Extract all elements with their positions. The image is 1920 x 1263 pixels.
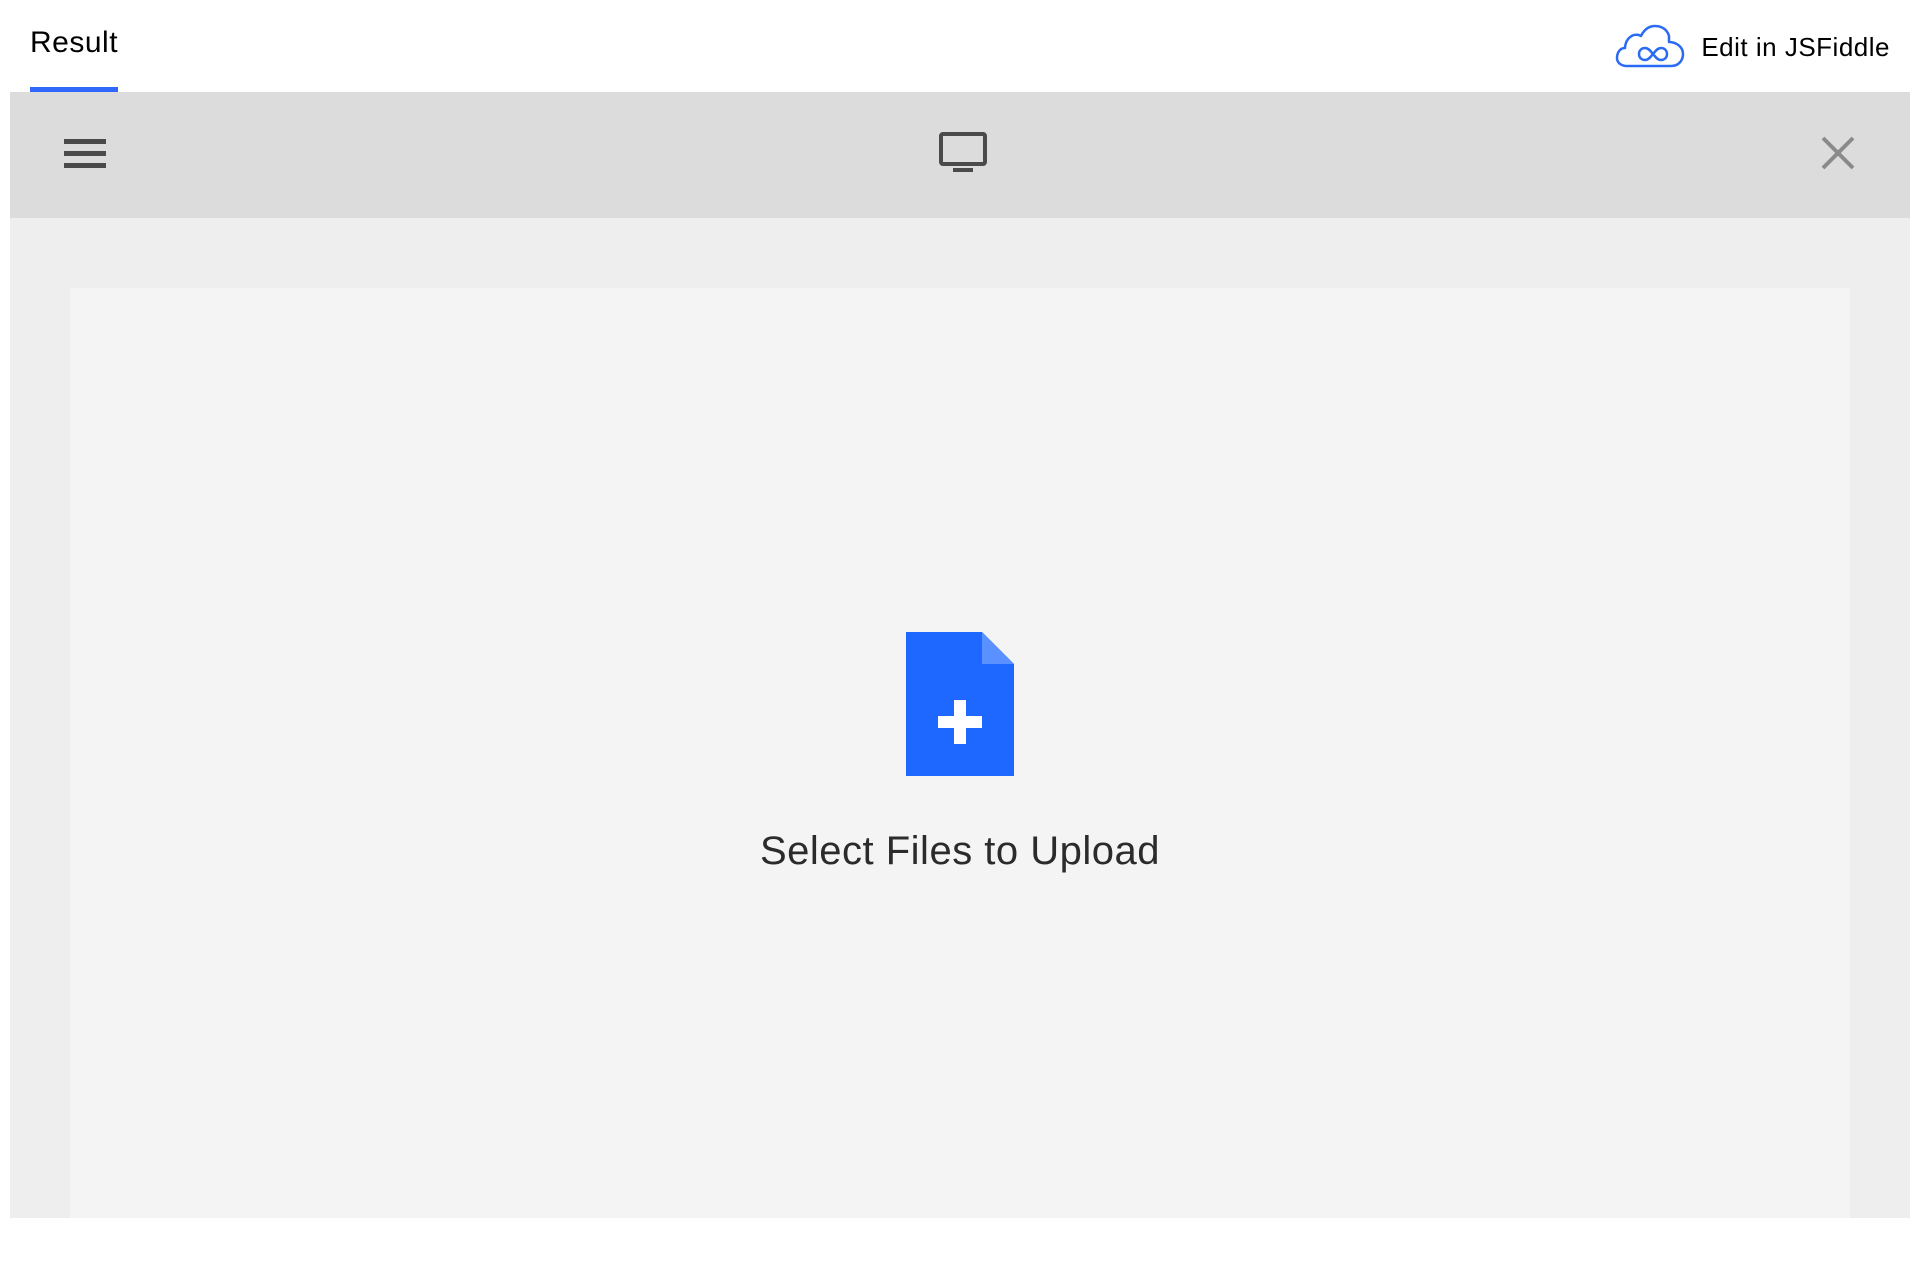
app-container: Select Files to Upload <box>10 92 1910 1218</box>
hamburger-icon <box>64 156 106 173</box>
header-center <box>106 132 1820 179</box>
file-plus-icon <box>906 632 1014 781</box>
upload-dropzone[interactable]: Select Files to Upload <box>70 288 1850 1218</box>
tab-area: Result <box>30 18 118 92</box>
monitor-icon <box>939 132 987 179</box>
jsfiddle-top-bar: Result Edit in JSFiddle <box>0 0 1920 92</box>
close-button[interactable] <box>1820 135 1856 176</box>
edit-in-jsfiddle-label: Edit in JSFiddle <box>1701 32 1890 63</box>
app-header <box>10 92 1910 218</box>
cloud-infinity-icon <box>1615 22 1685 73</box>
tab-result[interactable]: Result <box>30 18 118 92</box>
edit-in-jsfiddle-link[interactable]: Edit in JSFiddle <box>1615 22 1890 89</box>
content-area: Select Files to Upload <box>10 218 1910 1218</box>
tab-result-label: Result <box>30 26 118 60</box>
close-icon <box>1820 158 1856 175</box>
hamburger-menu-button[interactable] <box>64 137 106 174</box>
upload-prompt-text: Select Files to Upload <box>760 829 1160 874</box>
